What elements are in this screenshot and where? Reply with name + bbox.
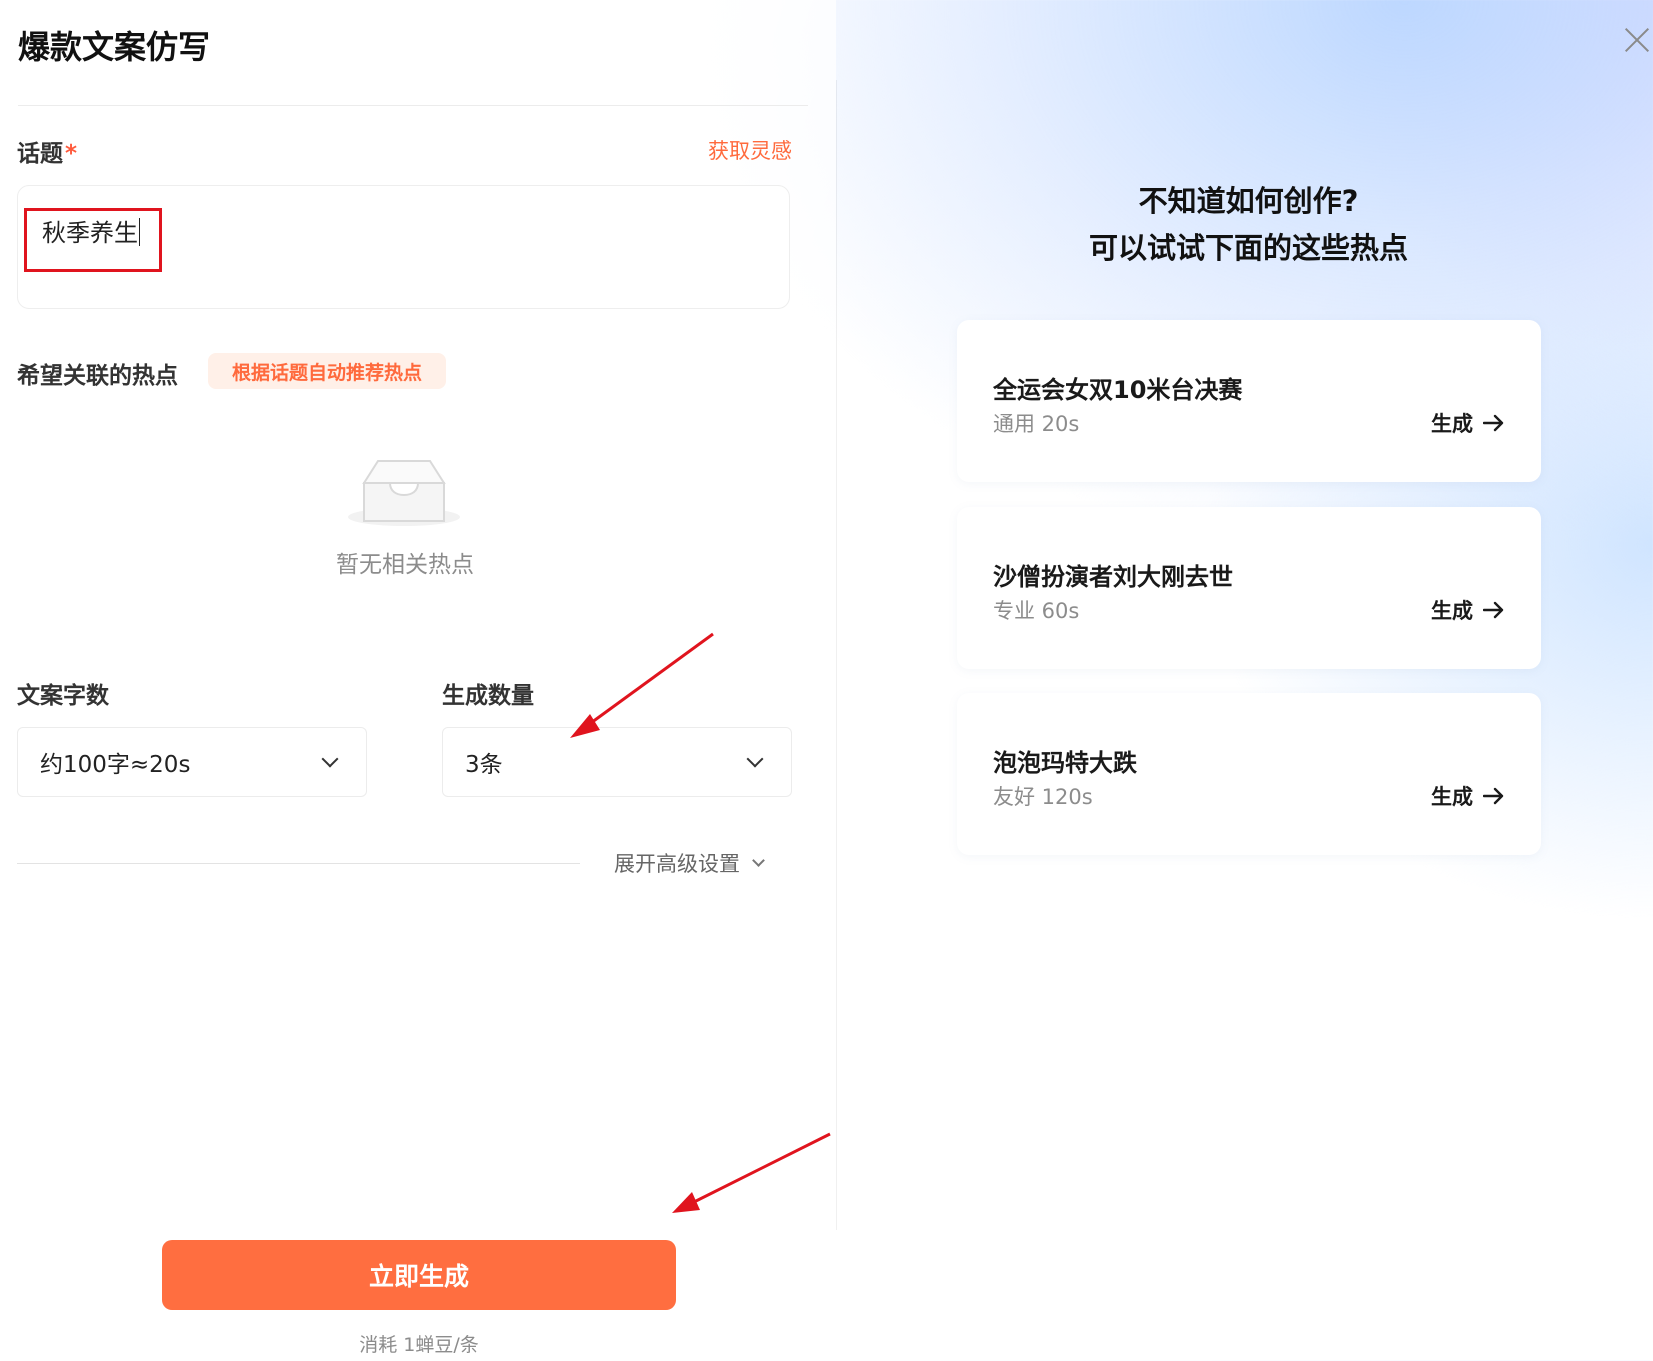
chevron-down-icon bbox=[746, 750, 764, 768]
topic-label: 话题* bbox=[17, 141, 78, 167]
suggestion-title: 全运会女双10米台决赛 bbox=[993, 376, 1243, 404]
suggestion-card[interactable]: 泡泡玛特大跌 友好 120s 生成 bbox=[957, 693, 1541, 855]
annotation-highlight-box bbox=[24, 208, 162, 272]
suggestion-heading: 不知道如何创作? 可以试试下面的这些热点 bbox=[956, 178, 1541, 272]
advanced-divider bbox=[17, 863, 580, 864]
quantity-label: 生成数量 bbox=[442, 683, 534, 709]
get-inspiration-link[interactable]: 获取灵感 bbox=[708, 135, 792, 165]
quantity-select[interactable]: 3条 bbox=[442, 727, 792, 797]
suggestion-subtitle: 通用 20s bbox=[993, 412, 1080, 436]
auto-recommend-tag: 根据话题自动推荐热点 bbox=[208, 353, 446, 389]
suggestion-heading-line2: 可以试试下面的这些热点 bbox=[1088, 231, 1408, 265]
word-count-select[interactable]: 约100字≈20s bbox=[17, 727, 367, 797]
arrow-right-icon bbox=[1483, 787, 1504, 805]
suggestion-title: 泡泡玛特大跌 bbox=[993, 749, 1137, 777]
chevron-down-icon bbox=[321, 750, 339, 768]
generate-button[interactable]: 立即生成 bbox=[162, 1240, 676, 1310]
panel-divider bbox=[836, 80, 837, 1230]
close-icon[interactable] bbox=[1620, 22, 1653, 56]
header-divider bbox=[18, 105, 808, 106]
word-count-label: 文案字数 bbox=[17, 683, 109, 709]
word-count-value: 约100字≈20s bbox=[40, 752, 191, 778]
arrow-right-icon bbox=[1483, 601, 1504, 619]
cost-text: 消耗 1蝉豆/条 bbox=[359, 1334, 479, 1356]
empty-hotspot-text: 暂无相关热点 bbox=[336, 552, 474, 578]
arrow-right-icon bbox=[1483, 414, 1504, 432]
suggestion-generate-button[interactable]: 生成 bbox=[1431, 408, 1505, 438]
hotspot-label: 希望关联的热点 bbox=[17, 363, 178, 389]
suggestion-card[interactable]: 全运会女双10米台决赛 通用 20s 生成 bbox=[957, 320, 1541, 482]
suggestion-card[interactable]: 沙僧扮演者刘大刚去世 专业 60s 生成 bbox=[957, 507, 1541, 669]
advanced-settings-label: 展开高级设置 bbox=[614, 852, 740, 876]
chevron-down-icon bbox=[752, 853, 765, 867]
suggestion-heading-line1: 不知道如何创作? bbox=[1138, 184, 1359, 218]
suggestion-generate-button[interactable]: 生成 bbox=[1431, 781, 1505, 811]
suggestion-subtitle: 友好 120s bbox=[993, 785, 1093, 809]
page-title: 爆款文案仿写 bbox=[18, 28, 211, 66]
required-mark: * bbox=[65, 141, 78, 167]
advanced-settings-toggle[interactable]: 展开高级设置 bbox=[614, 848, 765, 878]
suggestion-generate-button[interactable]: 生成 bbox=[1431, 595, 1505, 625]
quantity-value: 3条 bbox=[465, 752, 503, 778]
suggestion-subtitle: 专业 60s bbox=[993, 599, 1080, 623]
empty-inbox-icon bbox=[348, 460, 460, 526]
suggestion-title: 沙僧扮演者刘大刚去世 bbox=[993, 563, 1233, 591]
